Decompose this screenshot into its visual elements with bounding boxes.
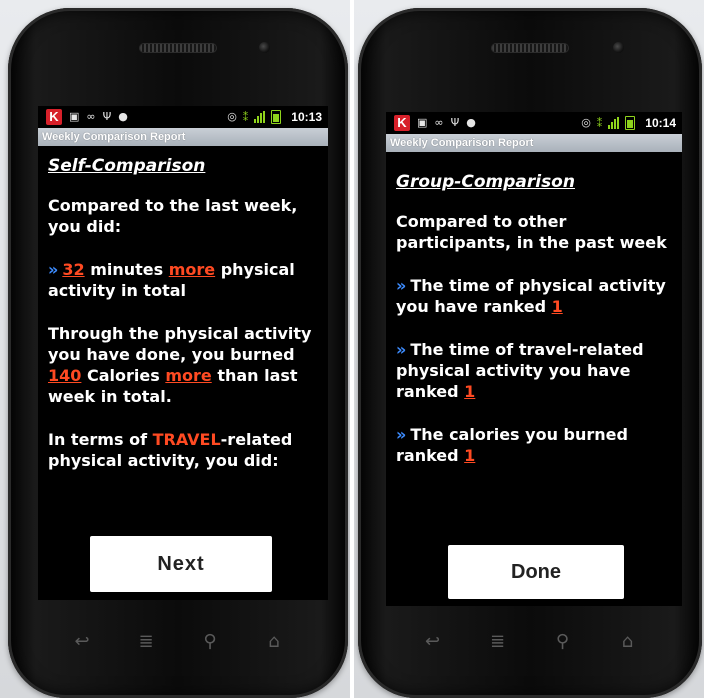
battery-icon (271, 110, 282, 124)
sync-icon: ◎ (227, 110, 237, 123)
list-item: Through the physical activity you have d… (48, 324, 312, 406)
status-bar: K ▣ ∞ Ψ ● ◎ ⁑ 10:14 (386, 112, 682, 134)
page-title: Group-Comparison (396, 172, 575, 192)
bullet-icon: » (48, 260, 59, 279)
right-screen: K ▣ ∞ Ψ ● ◎ ⁑ 10:14 Weekly Comparison Re… (386, 112, 682, 606)
wifi-icon: ⁑ (242, 110, 249, 124)
menu-icon[interactable]: ≣ (132, 631, 160, 652)
k-app-icon: K (46, 109, 62, 125)
menu-icon[interactable]: ≣ (484, 631, 512, 652)
earpiece-speaker (492, 44, 568, 52)
minutes-value: 32 (62, 260, 85, 279)
battery-icon (625, 116, 636, 130)
window-title: Weekly Comparison Report (38, 128, 328, 146)
bag-icon: ▣ (417, 116, 428, 129)
home-icon[interactable]: ⌂ (260, 631, 288, 652)
bullet-icon: » (396, 425, 407, 444)
report-content: Group-Comparison Compared to other parti… (386, 152, 682, 466)
android-icon: ● (118, 110, 128, 123)
left-phone-body: K ▣ ∞ Ψ ● ◎ ⁑ 10:13 Weekly Comparison Re… (8, 8, 348, 698)
rank-value: 1 (551, 297, 563, 316)
usb-icon: Ψ (450, 116, 460, 129)
intro-text: Compared to other participants, in the p… (396, 212, 667, 252)
intro-text: Compared to the last week, you did: (48, 196, 298, 236)
status-time: 10:14 (645, 116, 676, 130)
rank-value: 1 (464, 382, 476, 401)
page-title: Self-Comparison (48, 156, 206, 176)
signal-icon (608, 117, 620, 129)
bullet-icon: » (396, 340, 407, 359)
voicemail-icon: ∞ (86, 110, 96, 123)
calories-value: 140 (48, 366, 82, 385)
status-time: 10:13 (291, 110, 322, 124)
done-button[interactable]: Done (448, 545, 624, 599)
list-item: » 32 minutes more physical activity in to… (48, 260, 295, 300)
report-content: Self-Comparison Compared to the last wee… (38, 146, 328, 471)
more-keyword: more (168, 260, 216, 279)
search-icon[interactable]: ⚲ (549, 631, 577, 652)
home-icon[interactable]: ⌂ (614, 631, 642, 652)
wifi-icon: ⁑ (596, 116, 603, 130)
right-phone-photo: K ▣ ∞ Ψ ● ◎ ⁑ 10:14 Weekly Comparison Re… (354, 0, 704, 698)
right-phone-body: K ▣ ∞ Ψ ● ◎ ⁑ 10:14 Weekly Comparison Re… (358, 8, 702, 698)
list-item: » The time of travel-related physical act… (396, 340, 644, 401)
earpiece-speaker (140, 44, 216, 52)
front-camera (613, 42, 624, 53)
list-item: » The time of physical activity you have … (396, 276, 666, 316)
status-bar: K ▣ ∞ Ψ ● ◎ ⁑ 10:13 (38, 106, 328, 128)
travel-keyword: TRAVEL (152, 430, 221, 449)
signal-icon (254, 111, 266, 123)
bag-icon: ▣ (69, 110, 80, 123)
hardware-nav-keys: ↩ ≣ ⚲ ⌂ (358, 631, 702, 652)
left-phone-photo: K ▣ ∞ Ψ ● ◎ ⁑ 10:13 Weekly Comparison Re… (0, 0, 350, 698)
window-title: Weekly Comparison Report (386, 134, 682, 152)
bullet-icon: » (396, 276, 407, 295)
list-item: » The calories you burned ranked 1 (396, 425, 628, 465)
back-icon[interactable]: ↩ (68, 631, 96, 652)
rank-value: 1 (464, 446, 476, 465)
list-item: In terms of TRAVEL-related physical acti… (48, 430, 293, 470)
k-app-icon: K (394, 115, 410, 131)
left-screen: K ▣ ∞ Ψ ● ◎ ⁑ 10:13 Weekly Comparison Re… (38, 106, 328, 600)
next-button[interactable]: Next (90, 536, 272, 592)
voicemail-icon: ∞ (434, 116, 444, 129)
back-icon[interactable]: ↩ (419, 631, 447, 652)
sync-icon: ◎ (581, 116, 591, 129)
usb-icon: Ψ (102, 110, 112, 123)
front-camera (259, 42, 270, 53)
search-icon[interactable]: ⚲ (196, 631, 224, 652)
hardware-nav-keys: ↩ ≣ ⚲ ⌂ (8, 631, 348, 652)
more-keyword: more (165, 366, 212, 385)
android-icon: ● (466, 116, 476, 129)
